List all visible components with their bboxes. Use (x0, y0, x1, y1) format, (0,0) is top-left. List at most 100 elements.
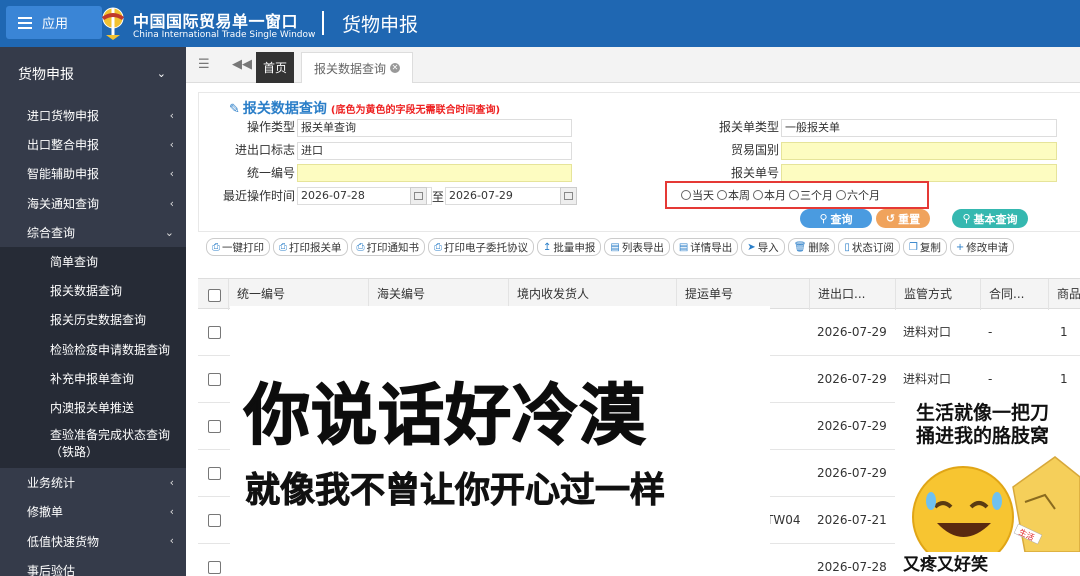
menu-toggle-icon[interactable]: ☰ (198, 57, 210, 72)
basic-query-button-label: 基本查询 (973, 212, 1018, 226)
print-declaration-button[interactable]: ⎙ 打印报关单 (273, 238, 348, 256)
cell-supervision-mode: 进料对口 (903, 325, 952, 339)
toolbar-label: 导入 (757, 241, 779, 254)
row-checkbox[interactable] (208, 326, 221, 339)
op-type-select[interactable]: 报关单查询 (297, 119, 572, 137)
date-to-input[interactable]: 2026-07-29 (445, 187, 577, 205)
sidebar-subitem-inspection-query[interactable]: 检验检疫申请数据查询 (0, 335, 186, 364)
tab-home[interactable]: 首页 (256, 52, 294, 83)
sidebar-subitem-declaration-query[interactable]: 报关数据查询 (0, 276, 186, 305)
print-notice-button[interactable]: ⎙ 打印通知书 (350, 238, 425, 256)
toolbar-label: 详情导出 (690, 241, 733, 254)
edit-icon: ✎ (229, 102, 240, 117)
app-menu-button[interactable]: 应用 (6, 6, 102, 39)
trade-country-input[interactable] (781, 142, 1057, 160)
ie-flag-select[interactable]: 进口 (297, 142, 572, 160)
panel-title: ✎ 报关数据查询 (底色为黄色的字段无需联合时间查询) (229, 98, 500, 118)
decl-no-input[interactable] (781, 164, 1057, 182)
sidebar-item-export-declaration[interactable]: 出口整合申报 ‹ (0, 130, 186, 159)
close-icon[interactable]: ✕ (390, 63, 401, 73)
chevron-down-icon: ⌄ (164, 225, 174, 239)
batch-declare-button[interactable]: ↥ 批量申报 (537, 238, 602, 256)
radio-label: 六个月 (847, 189, 880, 202)
sidebar-item-smart-assist[interactable]: 智能辅助申报 ‹ (0, 159, 186, 188)
print-agreement-button[interactable]: ⎙ 打印电子委托协议 (428, 238, 534, 256)
list-export-button[interactable]: ▤ 列表导出 (604, 238, 670, 256)
sidebar-subitem-simple-query[interactable]: 简单查询 (0, 247, 186, 276)
row-checkbox[interactable] (208, 420, 221, 433)
sidebar-subitem-rail-inspection[interactable]: 查验准备完成状态查询（铁路） (0, 422, 186, 468)
decl-type-select[interactable]: 一般报关单 (781, 119, 1057, 137)
row-checkbox[interactable] (208, 514, 221, 527)
customs-emblem-icon (102, 7, 124, 40)
sidebar: 货物申报 ⌄ 进口货物申报 ‹ 出口整合申报 ‹ 智能辅助申报 ‹ 海关通知查询 ‹ 综… (0, 47, 186, 576)
sidebar-item-customs-notice[interactable]: 海关通知查询 ‹ (0, 189, 186, 218)
toolbar-label: 删除 (808, 241, 830, 254)
op-type-label: 操作类型 (246, 120, 295, 134)
column-header[interactable]: 进出口... (809, 279, 895, 310)
sidebar-subitem-history-query[interactable]: 报关历史数据查询 (0, 305, 186, 334)
sidebar-item-comprehensive-query[interactable]: 综合查询 ⌄ (0, 218, 186, 247)
upload-icon: ↥ (543, 241, 552, 253)
row-checkbox[interactable] (208, 467, 221, 480)
row-checkbox[interactable] (208, 561, 221, 574)
sidebar-item-post-valuation[interactable]: 事后验估 (0, 556, 186, 576)
select-all-checkbox[interactable] (208, 289, 221, 302)
modify-request-button[interactable]: + 修改申请 (949, 238, 1015, 256)
action-toolbar: ⎙ 一键打印 ⎙ 打印报关单 ⎙ 打印通知书 ⎙ 打印电子委托协议 ↥ 批量申报 ▤ 列表导… (198, 234, 1080, 260)
sidebar-item-business-stats[interactable]: 业务统计 ‹ (0, 468, 186, 497)
query-button[interactable]: ⚲ 查询 (800, 209, 872, 228)
tab-bar: ☰ ◀◀ 首页 报关数据查询 ✕ (186, 47, 1080, 83)
cell-contract: - (988, 372, 993, 386)
radio-three-months[interactable]: 三个月 (789, 187, 833, 203)
last-op-time-label: 最近操作时间 (222, 189, 295, 203)
column-header[interactable]: 监管方式 (895, 279, 980, 310)
sidebar-item-import-declaration[interactable]: 进口货物申报 ‹ (0, 101, 186, 130)
scroll-left-icon[interactable]: ◀◀ (232, 57, 252, 72)
unified-no-input[interactable] (297, 164, 572, 182)
meme-caption-small: 就像我不曾让你开心过一样 (245, 471, 666, 512)
chevron-left-icon: ‹ (169, 196, 174, 210)
printer-icon: ⎙ (279, 241, 287, 253)
reset-icon: ↺ (885, 212, 896, 225)
sidebar-subitem-macau-push[interactable]: 内澳报关单推送 (0, 393, 186, 422)
ie-flag-label: 进出口标志 (234, 143, 295, 157)
search-icon: ⚲ (962, 212, 971, 225)
column-header[interactable]: 商品 (1048, 279, 1080, 310)
toolbar-label: 打印通知书 (366, 241, 420, 254)
printer-icon: ⎙ (356, 241, 365, 253)
laughing-emoji-icon: 生活 (912, 456, 1080, 552)
column-header[interactable]: 合同... (980, 279, 1048, 310)
print-all-button[interactable]: ⎙ 一键打印 (206, 238, 270, 256)
cell-ie-date: 2026-07-29 (817, 372, 887, 386)
radio-today[interactable]: 当天 (681, 187, 714, 203)
calendar-icon[interactable] (560, 187, 577, 205)
sidebar-item-revoke[interactable]: 修撤单 ‹ (0, 497, 186, 526)
printer-icon: ⎙ (212, 241, 220, 253)
tab-declaration-query[interactable]: 报关数据查询 ✕ (301, 52, 414, 83)
calendar-icon[interactable] (410, 187, 427, 205)
copy-icon: ❐ (908, 241, 918, 253)
row-checkbox[interactable] (208, 373, 221, 386)
sidebar-item-low-value-goods[interactable]: 低值快速货物 ‹ (0, 526, 186, 555)
sidebar-subitem-supplement-query[interactable]: 补充申报单查询 (0, 364, 186, 393)
toolbar-label: 批量申报 (553, 241, 596, 254)
radio-six-months[interactable]: 六个月 (836, 187, 880, 203)
delete-button[interactable]: 🗑 删除 (787, 238, 836, 256)
status-subscribe-button[interactable]: ▯ 状态订阅 (838, 238, 900, 256)
panel-note: (底色为黄色的字段无需联合时间查询) (330, 105, 501, 116)
radio-this-month[interactable]: 本月 (753, 187, 786, 203)
meme-sticker-line: 生活就像一把刀 (916, 402, 1050, 424)
tab-label: 报关数据查询 (314, 61, 387, 76)
detail-export-button[interactable]: ▤ 详情导出 (672, 238, 739, 256)
query-button-label: 查询 (830, 212, 853, 226)
basic-query-button[interactable]: ⚲ 基本查询 (952, 209, 1028, 228)
import-button[interactable]: ➤ 导入 (741, 238, 785, 256)
copy-button[interactable]: ❐ 复制 (902, 238, 947, 256)
sidebar-section-goods-declaration[interactable]: 货物申报 ⌄ (0, 47, 186, 101)
radio-this-week[interactable]: 本周 (717, 187, 750, 203)
toolbar-label: 打印电子委托协议 (444, 241, 528, 254)
reset-button[interactable]: ↺ 重置 (876, 209, 930, 228)
phone-icon: ▯ (844, 241, 850, 253)
cell-goods: 1 (1060, 372, 1068, 386)
